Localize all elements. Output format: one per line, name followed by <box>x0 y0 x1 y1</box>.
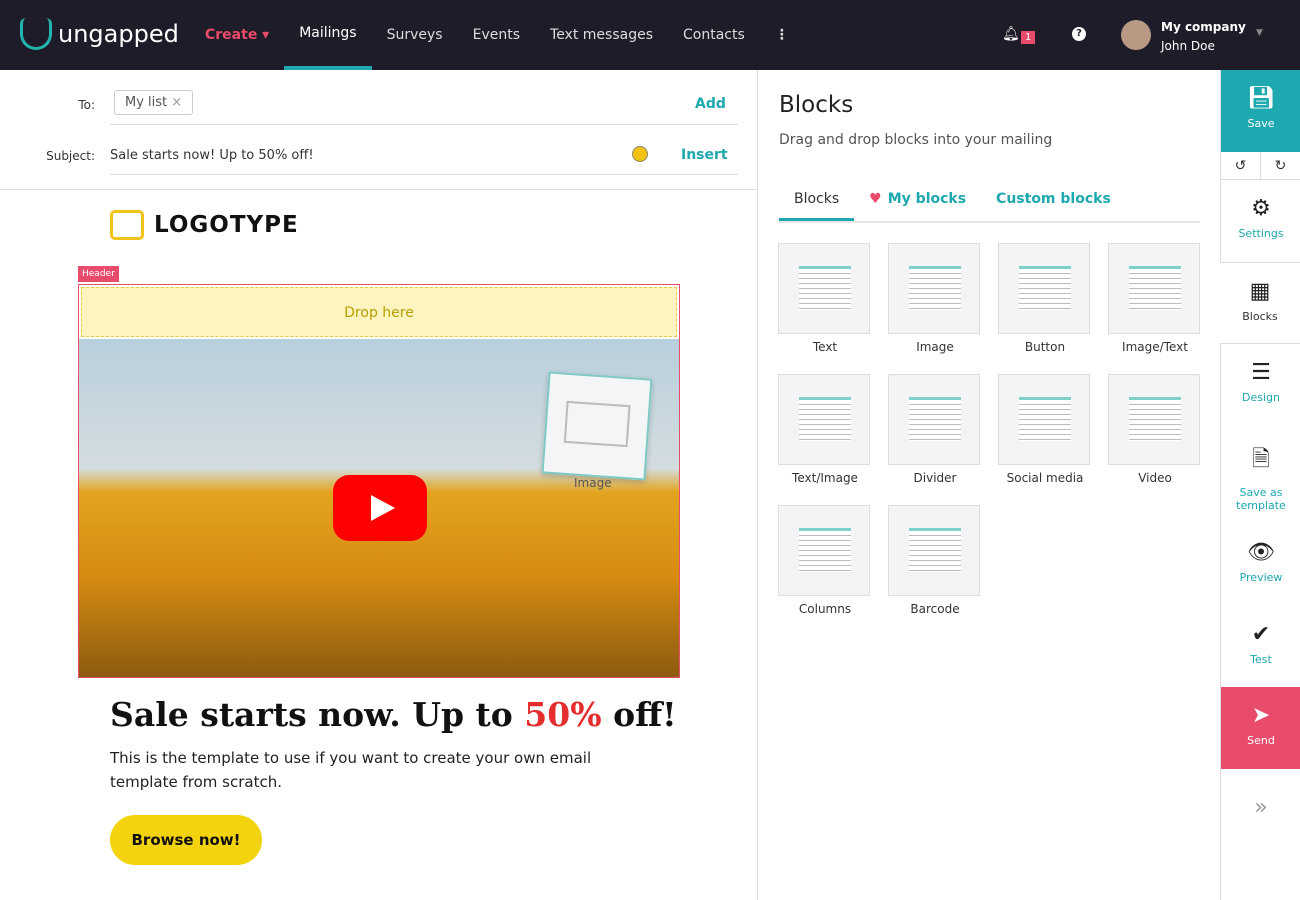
redo-icon[interactable]: ↻ <box>1261 152 1300 179</box>
eye-icon: 👁︎ <box>1247 540 1275 565</box>
more-icon[interactable]: ⋮ <box>760 0 804 70</box>
action-sidebar: 💾︎ Save ↺ ↻ ⚙ Settings ▦ Blocks ☰ Design 🗎︎ Sa… <box>1220 70 1300 900</box>
block-image[interactable]: Image <box>888 243 980 354</box>
nav-mailings[interactable]: Mailings <box>284 0 372 70</box>
save-icon: 💾︎ <box>1247 86 1275 111</box>
add-button[interactable]: Add <box>695 96 726 112</box>
nav-create[interactable]: Create ▾ <box>190 0 284 70</box>
undo-icon[interactable]: ↺ <box>1221 152 1261 179</box>
editor: To: My list × Add Subject: Sale starts n… <box>0 70 758 900</box>
block-text-image[interactable]: Text/Image <box>778 374 870 485</box>
block-barcode[interactable]: Barcode <box>888 505 980 616</box>
block-icon <box>909 266 961 310</box>
insert-button[interactable]: Insert <box>681 147 728 163</box>
logo-icon <box>110 210 144 240</box>
emoji-icon[interactable] <box>632 146 648 162</box>
dragged-image-block[interactable] <box>541 371 653 481</box>
block-social-media[interactable]: Social media <box>998 374 1090 485</box>
bell-icon[interactable]: 🔔︎ <box>1002 26 1020 42</box>
collapse-icon[interactable]: » <box>1221 795 1300 820</box>
logo-icon <box>20 18 52 50</box>
block-icon <box>799 266 851 310</box>
tab-my-blocks[interactable]: ♥ My blocks <box>854 180 981 221</box>
header-tag: Header <box>78 266 119 282</box>
nav-surveys[interactable]: Surveys <box>372 0 458 70</box>
image-icon <box>563 400 631 448</box>
avatar[interactable] <box>1121 20 1151 50</box>
save-button[interactable]: 💾︎ Save <box>1221 70 1300 152</box>
blocks-button[interactable]: ▦ Blocks <box>1220 262 1300 344</box>
test-button[interactable]: ✔ Test <box>1221 622 1300 666</box>
logotype[interactable]: LOGOTYPE <box>110 210 299 240</box>
block-columns[interactable]: Columns <box>778 505 870 616</box>
block-text[interactable]: Text <box>778 243 870 354</box>
drop-zone[interactable]: Drop here <box>81 287 677 337</box>
preview-button[interactable]: 👁︎ Preview <box>1221 540 1300 584</box>
block-icon <box>1019 266 1071 310</box>
headline[interactable]: Sale starts now. Up to 50% off! <box>110 695 677 734</box>
send-button[interactable]: ➤ Send <box>1221 687 1300 769</box>
settings-button[interactable]: ⚙ Settings <box>1221 196 1300 240</box>
chevron-down-icon[interactable]: ▼ <box>1256 28 1263 38</box>
block-icon <box>909 397 961 441</box>
nav-events[interactable]: Events <box>458 0 535 70</box>
heart-icon: ♥ <box>869 191 882 207</box>
tab-custom-blocks[interactable]: Custom blocks <box>981 180 1126 221</box>
block-button[interactable]: Button <box>998 243 1090 354</box>
play-video-icon[interactable] <box>333 475 427 541</box>
grid-icon: ▦ <box>1249 279 1271 304</box>
block-divider[interactable]: Divider <box>888 374 980 485</box>
block-video[interactable]: Video <box>1108 374 1200 485</box>
user-menu[interactable]: My company John Doe <box>1161 18 1246 56</box>
block-icon <box>1129 397 1181 441</box>
design-button[interactable]: ☰ Design <box>1221 360 1300 404</box>
paper-plane-icon: ➤ <box>1251 703 1271 728</box>
nav-contacts[interactable]: Contacts <box>668 0 760 70</box>
top-nav: ungapped Create ▾ Mailings Surveys Event… <box>0 0 1300 70</box>
notification-badge: 1 <box>1021 31 1036 44</box>
save-template-button[interactable]: 🗎︎ Save as template <box>1221 442 1300 512</box>
check-icon: ✔ <box>1251 622 1271 647</box>
nav-text-messages[interactable]: Text messages <box>535 0 668 70</box>
browse-button[interactable]: Browse now! <box>110 815 262 865</box>
gear-icon: ⚙ <box>1251 196 1271 221</box>
block-icon <box>799 528 851 572</box>
block-icon <box>799 397 851 441</box>
help-icon[interactable]: ? <box>1072 27 1086 41</box>
block-icon <box>1129 266 1181 310</box>
logo[interactable]: ungapped <box>20 18 179 50</box>
blocks-panel: Blocks Drag and drop blocks into your ma… <box>759 70 1220 900</box>
block-icon <box>909 528 961 572</box>
panel-title: Blocks <box>779 92 854 118</box>
sliders-icon: ☰ <box>1251 360 1271 385</box>
tab-blocks[interactable]: Blocks <box>779 180 855 221</box>
body-text[interactable]: This is the template to use if you want … <box>110 746 650 794</box>
block-image-text[interactable]: Image/Text <box>1108 243 1200 354</box>
block-icon <box>1019 397 1071 441</box>
document-icon: 🗎︎ <box>1252 447 1270 472</box>
